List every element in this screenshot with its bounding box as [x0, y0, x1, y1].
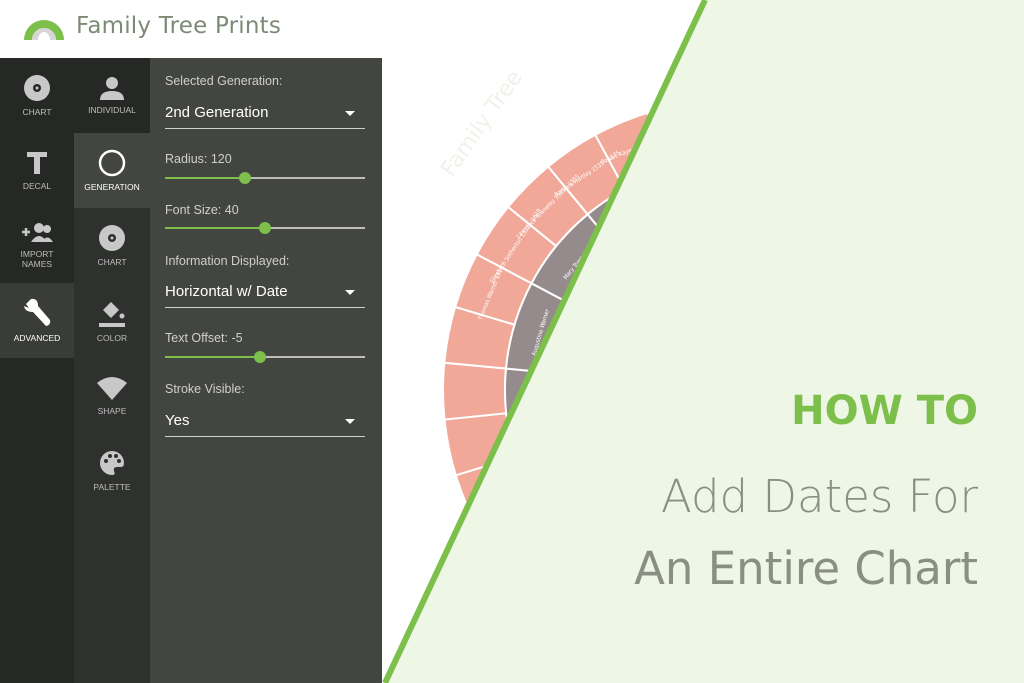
generation-settings-panel: Selected Generation: 2nd Generation Radi… [150, 58, 382, 683]
text-icon [27, 152, 47, 174]
nav-decal[interactable]: DECAL [0, 133, 74, 208]
logo-icon [24, 20, 64, 40]
slider-thumb[interactable] [239, 172, 251, 184]
font-size-slider[interactable] [165, 222, 365, 234]
caret-down-icon [345, 111, 355, 116]
information-displayed-label: Information Displayed: [165, 254, 290, 268]
nav-label: CHART [22, 107, 52, 117]
dropdown-value: 2nd Generation [165, 104, 269, 121]
person-icon [100, 77, 124, 100]
stroke-visible-label: Stroke Visible: [165, 382, 245, 396]
nav-label: COLOR [96, 333, 128, 343]
information-displayed-dropdown[interactable]: Horizontal w/ Date [165, 280, 365, 308]
nav-label: DECAL [22, 181, 52, 191]
hero-title-line-1: Add Dates For [660, 470, 978, 523]
primary-nav: CHART DECAL IMPORT NAMES ADVANCED [0, 58, 74, 683]
disc-icon [99, 225, 125, 251]
disc-icon [24, 75, 50, 101]
inner-segment[interactable] [504, 367, 572, 459]
nav-label: CHART [97, 257, 127, 267]
caret-down-icon [345, 290, 355, 295]
nav-label: ADVANCED [13, 333, 61, 343]
nav-generation[interactable]: GENERATION [74, 133, 150, 208]
slider-thumb[interactable] [259, 222, 271, 234]
hero-kicker: HOW TO [791, 388, 978, 434]
stroke-visible-dropdown[interactable]: Yes [165, 409, 365, 437]
nav-label: IMPORT NAMES [20, 249, 54, 269]
selected-generation-dropdown[interactable]: 2nd Generation [165, 101, 365, 129]
dropdown-value: Horizontal w/ Date [165, 283, 288, 300]
nav-shape[interactable]: SHAPE [74, 358, 150, 433]
inner-segment[interactable] [664, 161, 756, 229]
header: Family Tree Prints [0, 0, 1024, 58]
selected-generation-label: Selected Generation: [165, 74, 283, 88]
brand-name: Family Tree Prints [76, 13, 282, 39]
nav-label: GENERATION [84, 182, 140, 192]
logo[interactable]: Family Tree Prints [22, 10, 281, 42]
wedge-icon [97, 377, 127, 400]
nav-palette[interactable]: PALETTE [74, 433, 150, 508]
hero-title-line-2: An Entire Chart [634, 542, 978, 595]
dropdown-value: Yes [165, 412, 190, 429]
wrench-icon [24, 298, 51, 326]
radius-slider[interactable] [165, 172, 365, 184]
nav-chart-2[interactable]: CHART [74, 208, 150, 283]
watermark-text: Family Tree [436, 66, 527, 182]
nav-individual[interactable]: INDIVIDUAL [74, 58, 150, 133]
nav-label: PALETTE [93, 482, 131, 492]
add-people-icon [22, 223, 53, 242]
nav-label: SHAPE [97, 406, 127, 416]
palette-icon [100, 451, 124, 475]
text-offset-label: Text Offset: -5 [165, 331, 243, 345]
radius-label: Radius: 120 [165, 152, 232, 166]
nav-import-names[interactable]: IMPORT NAMES [0, 208, 74, 283]
outer-segment[interactable] [442, 361, 508, 421]
caret-down-icon [345, 419, 355, 424]
nav-color[interactable]: COLOR [74, 283, 150, 358]
nav-advanced[interactable]: ADVANCED [0, 283, 74, 358]
secondary-nav: INDIVIDUAL GENERATION CHART COLOR SHAPE … [74, 58, 150, 683]
paint-bucket-icon [99, 302, 125, 327]
nav-label: INDIVIDUAL [88, 105, 136, 115]
font-size-label: Font Size: 40 [165, 203, 239, 217]
text-offset-slider[interactable] [165, 351, 365, 363]
nav-chart[interactable]: CHART [0, 58, 74, 133]
circle-icon [98, 149, 126, 177]
slider-thumb[interactable] [254, 351, 266, 363]
